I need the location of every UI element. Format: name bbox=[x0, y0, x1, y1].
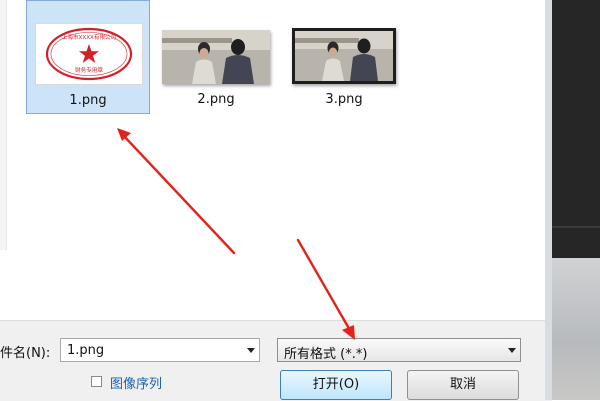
file-thumbnail-1: 上海市XXXX有限公司 财务专用章 bbox=[35, 23, 143, 85]
stamp-icon: 上海市XXXX有限公司 财务专用章 bbox=[45, 27, 133, 81]
file-thumbnail-2 bbox=[162, 30, 270, 84]
file-name-3: 3.png bbox=[325, 92, 363, 107]
filetype-select[interactable]: 所有格式 (*.*) bbox=[277, 338, 521, 362]
file-name-1: 1.png bbox=[69, 93, 107, 108]
file-list-area: 上海市XXXX有限公司 财务专用章 1.png 2.png 3.png bbox=[0, 0, 552, 320]
filename-label: 件名(N): bbox=[0, 346, 51, 361]
background-app-divider bbox=[552, 226, 600, 228]
file-item-3[interactable]: 3.png bbox=[282, 0, 406, 114]
background-photo bbox=[552, 258, 600, 400]
dropdown-arrow-icon[interactable] bbox=[508, 348, 516, 353]
image-sequence-label[interactable]: 图像序列 bbox=[110, 373, 162, 392]
open-button[interactable]: 打开(O) bbox=[280, 370, 392, 400]
stamp-bottom-text: 财务专用章 bbox=[75, 66, 103, 74]
background-app-panel bbox=[552, 0, 600, 258]
dropdown-arrow-icon[interactable] bbox=[247, 348, 255, 353]
filename-input[interactable]: 1.png bbox=[60, 338, 260, 362]
file-name-2: 2.png bbox=[197, 92, 235, 107]
left-pane-edge bbox=[0, 0, 7, 250]
filetype-value: 所有格式 (*.*) bbox=[284, 347, 368, 362]
file-thumbnail-3 bbox=[292, 28, 396, 84]
stamp-ring-text: 上海市XXXX有限公司 bbox=[62, 33, 117, 41]
file-item-1[interactable]: 上海市XXXX有限公司 财务专用章 1.png bbox=[26, 0, 150, 114]
filename-value: 1.png bbox=[67, 343, 105, 358]
dialog-right-border bbox=[545, 0, 552, 400]
image-sequence-checkbox[interactable] bbox=[91, 376, 102, 387]
cancel-button[interactable]: 取消 bbox=[407, 370, 519, 400]
stamp-star bbox=[79, 44, 99, 63]
file-item-2[interactable]: 2.png bbox=[154, 0, 278, 114]
